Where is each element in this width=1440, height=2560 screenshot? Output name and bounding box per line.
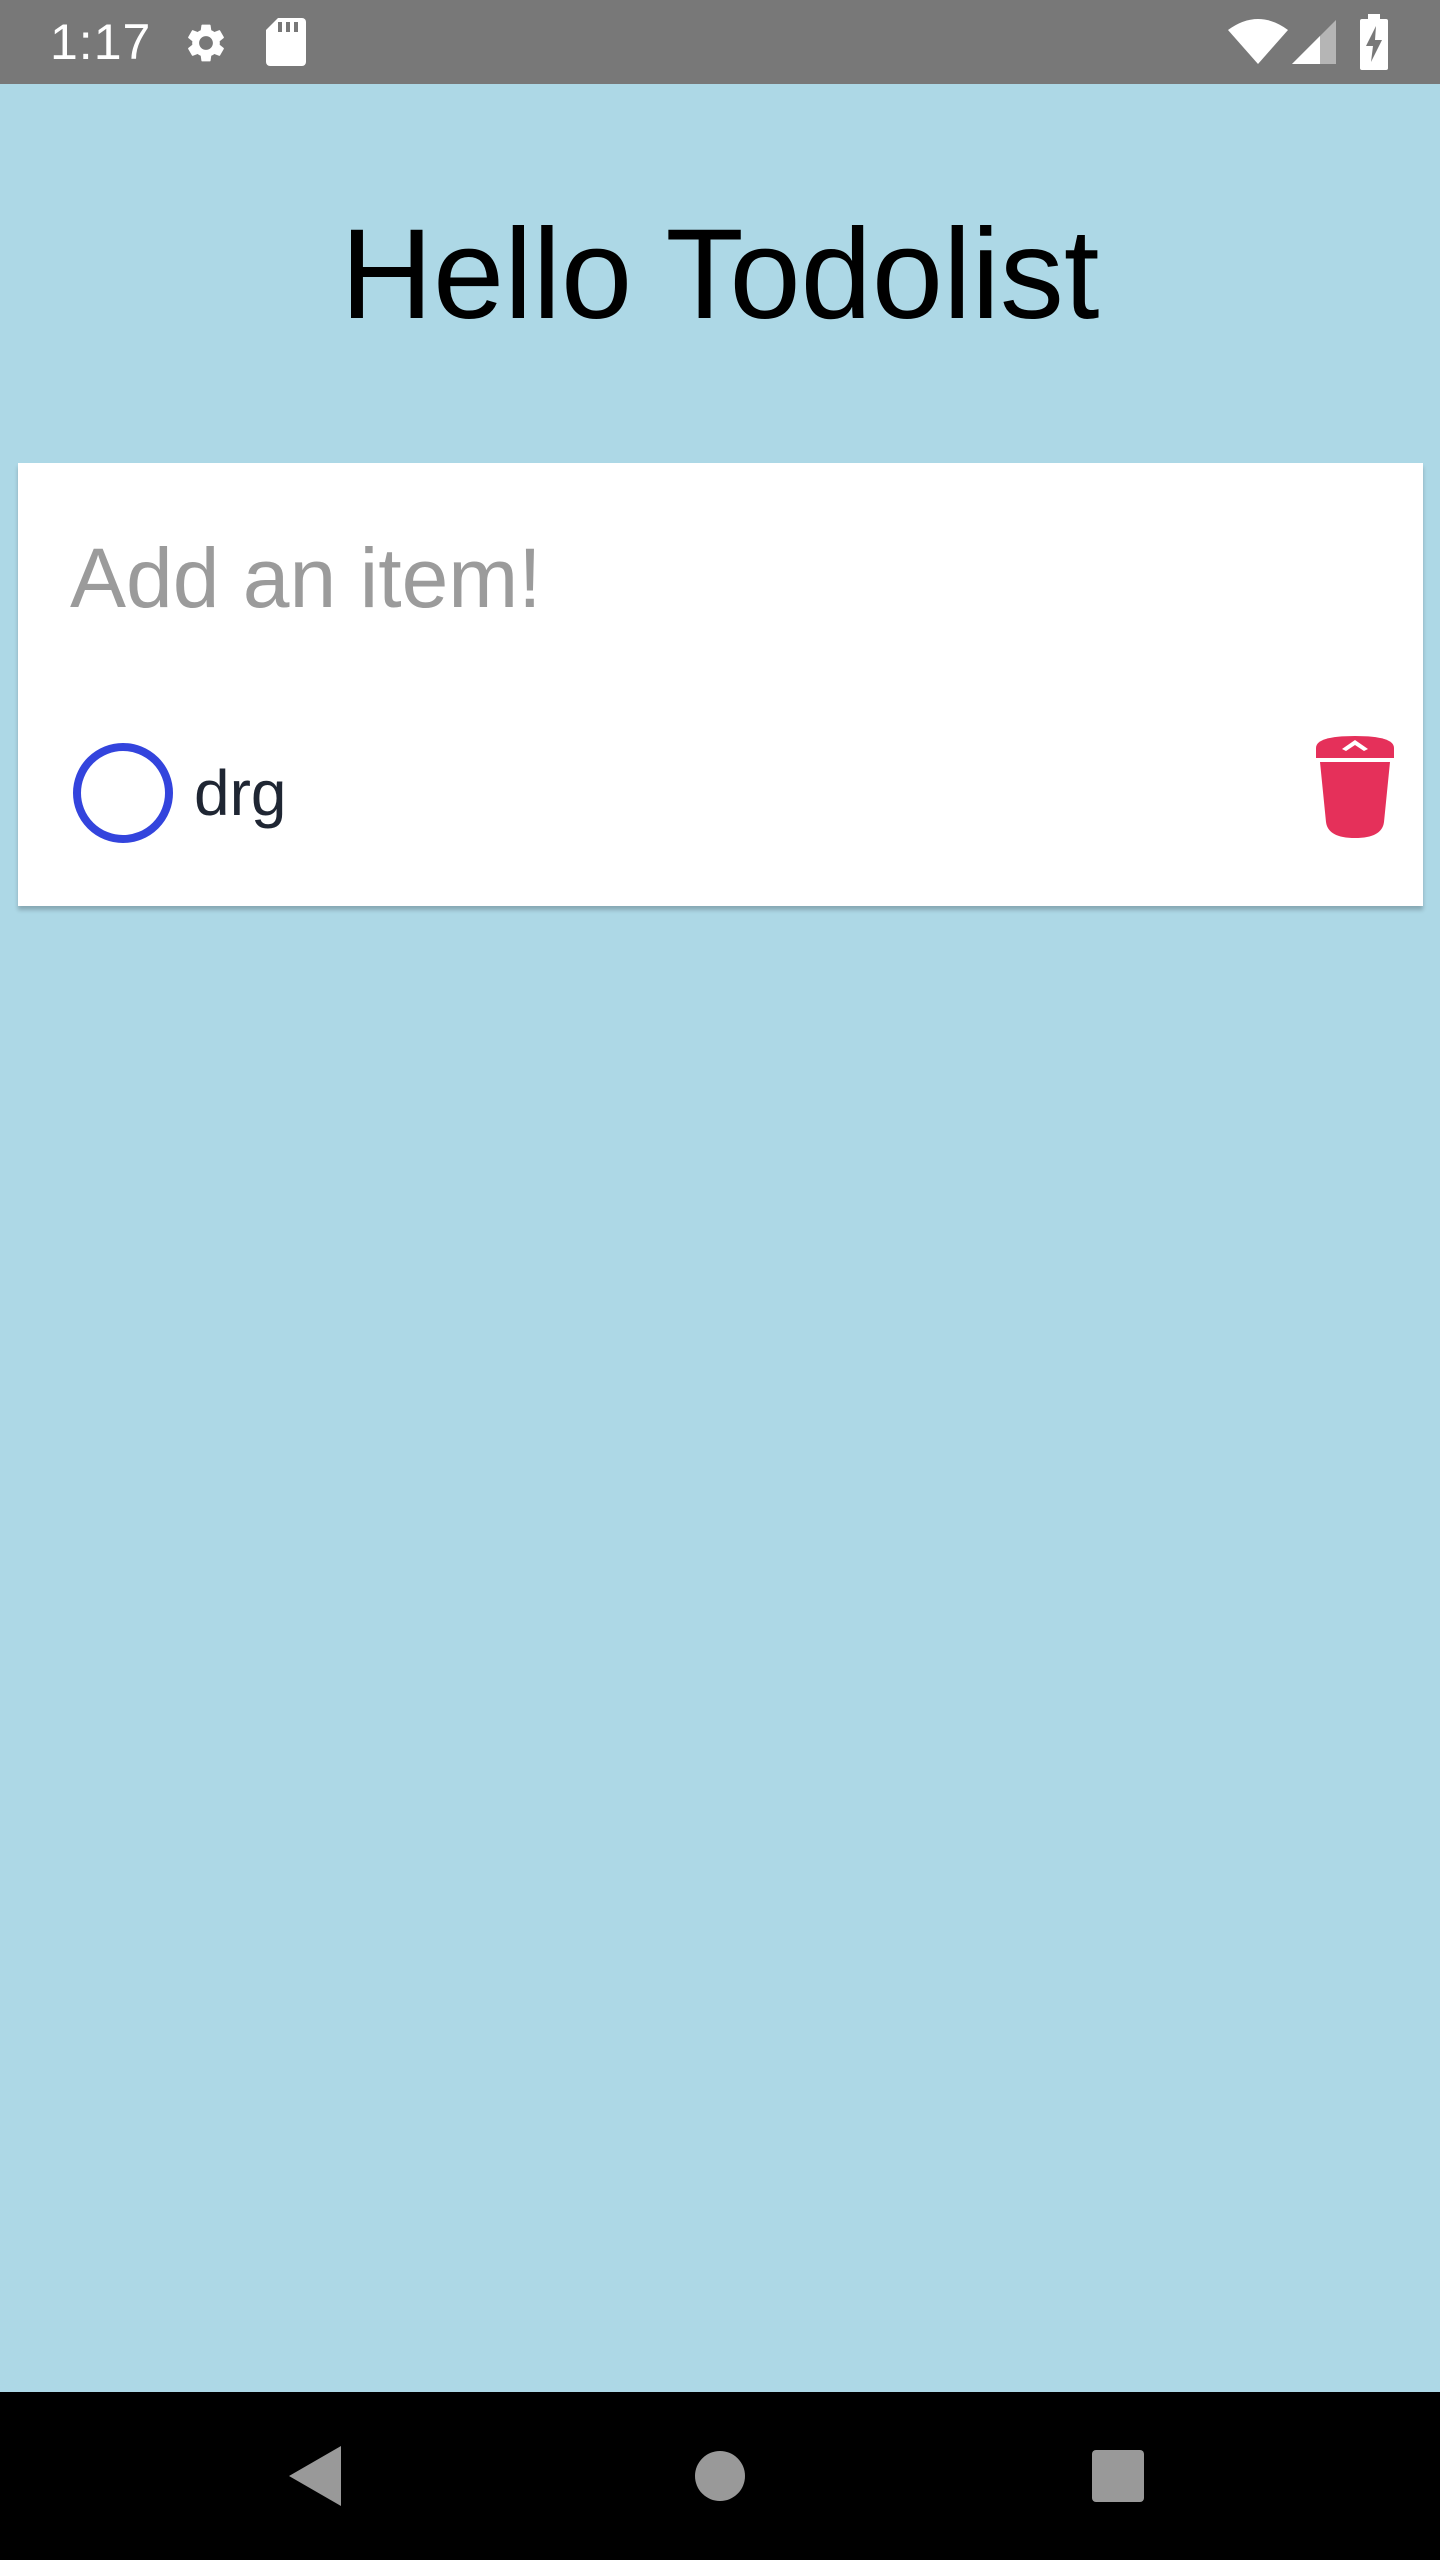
navigation-bar	[0, 2392, 1440, 2560]
battery-charging-icon	[1360, 14, 1388, 70]
circle-outline-icon[interactable]	[54, 728, 184, 858]
status-bar: 1:17	[0, 0, 1440, 84]
todo-card: drg	[18, 463, 1423, 906]
status-time: 1:17	[50, 14, 152, 70]
home-icon[interactable]	[694, 2450, 746, 2502]
recents-icon[interactable]	[1092, 2450, 1144, 2502]
wifi-icon	[1228, 19, 1288, 64]
gear-icon	[188, 24, 224, 62]
back-icon[interactable]	[285, 2444, 345, 2508]
todo-item: drg	[18, 728, 1423, 858]
signal-icon	[1292, 20, 1336, 64]
add-item-input[interactable]	[70, 523, 1370, 633]
sd-card-icon	[266, 18, 306, 66]
todo-item-text: drg	[194, 757, 287, 829]
app-title: Hello Todolist	[340, 203, 1100, 346]
trash-icon[interactable]	[1290, 718, 1420, 848]
